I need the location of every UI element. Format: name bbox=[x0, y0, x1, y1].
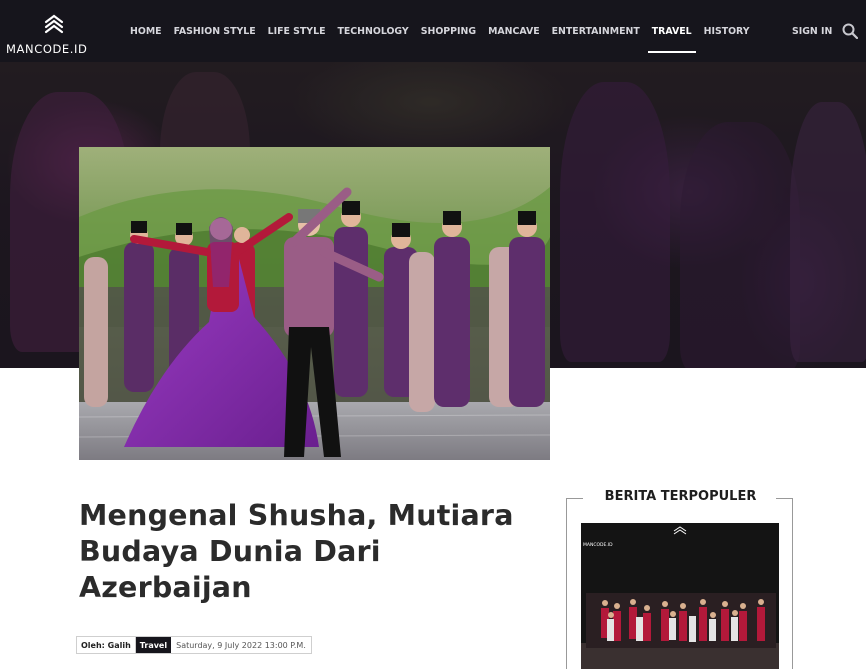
nav-item-home[interactable]: HOME bbox=[130, 0, 162, 62]
nav-item-life-style[interactable]: LIFE STYLE bbox=[268, 0, 326, 62]
nav-item-entertainment[interactable]: ENTERTAINMENT bbox=[552, 0, 640, 62]
article-title: Mengenal Shusha, Mutiara Budaya Dunia Da… bbox=[79, 499, 514, 604]
popular-news-heading: BERITA TERPOPULER bbox=[604, 489, 757, 504]
nav-item-travel[interactable]: TRAVEL bbox=[647, 0, 696, 62]
nav-item-mancave[interactable]: MANCAVE bbox=[488, 0, 540, 62]
article-category-badge[interactable]: Travel bbox=[135, 637, 172, 653]
article-date: Saturday, 9 July 2022 13:00 P.M. bbox=[176, 640, 306, 650]
popular-news-thumbnail[interactable]: MANCODE.ID bbox=[581, 523, 779, 669]
logo-text: MANCODE.ID bbox=[6, 42, 88, 56]
nav-item-shopping[interactable]: SHOPPING bbox=[421, 0, 476, 62]
featured-image bbox=[79, 147, 550, 460]
thumbnail-logo-text: MANCODE.ID bbox=[583, 543, 613, 548]
article-author: Oleh: Galih bbox=[77, 637, 136, 653]
search-icon[interactable] bbox=[842, 23, 858, 39]
nav-item-history[interactable]: HISTORY bbox=[704, 0, 750, 62]
popular-news-widget: BERITA TERPOPULER MANCODE.ID bbox=[566, 489, 793, 669]
site-logo[interactable]: MANCODE.ID bbox=[6, 14, 102, 58]
nav-item-fashion-style[interactable]: FASHION STYLE bbox=[174, 0, 256, 62]
logo-icon bbox=[44, 14, 64, 34]
sign-in-link[interactable]: SIGN IN bbox=[792, 0, 832, 62]
site-header: MANCODE.ID HOME FASHION STYLE LIFE STYLE TE… bbox=[0, 0, 866, 62]
nav-item-technology[interactable]: TECHNOLOGY bbox=[337, 0, 408, 62]
main-nav: HOME FASHION STYLE LIFE STYLE TECHNOLOGY SHO… bbox=[124, 0, 756, 62]
article-meta: Oleh: Galih Travel Saturday, 9 July 2022… bbox=[76, 636, 312, 654]
